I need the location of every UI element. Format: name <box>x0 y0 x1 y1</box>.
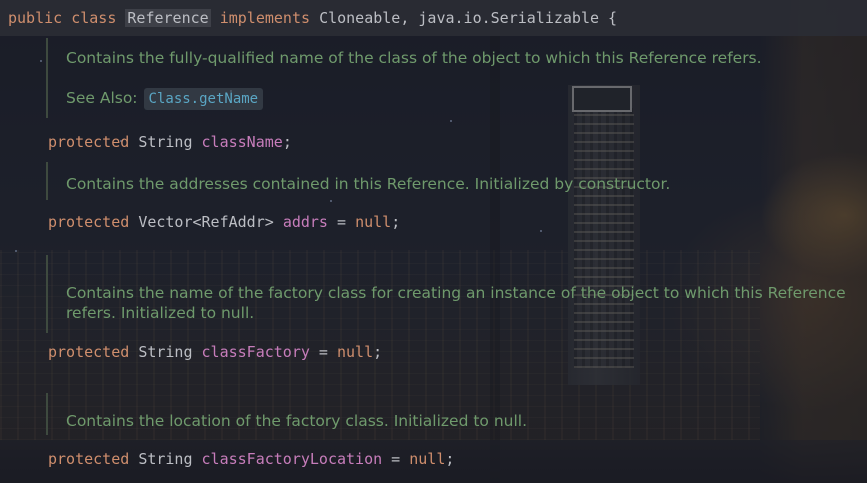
field-name: classFactoryLocation <box>201 450 383 468</box>
interfaces-list[interactable]: Cloneable, java.io.Serializable { <box>319 9 617 27</box>
keyword-public: public <box>8 9 63 27</box>
field-addrs[interactable]: protected Vector<RefAddr> addrs = null; <box>48 213 400 231</box>
null-keyword: null <box>355 213 392 231</box>
field-terminator: ; <box>282 133 292 151</box>
javadoc-text: Contains the location of the factory cla… <box>66 412 528 430</box>
code-editor[interactable]: public class Reference implements Clonea… <box>0 0 867 483</box>
field-type: String <box>138 450 193 468</box>
javadoc-text: Contains the addresses contained in this… <box>66 175 671 193</box>
null-keyword: null <box>337 343 374 361</box>
keyword-implements: implements <box>219 9 311 27</box>
javadoc-classfactory: Contains the name of the factory class f… <box>46 255 846 333</box>
javadoc-text: Contains the fully-qualified name of the… <box>66 49 762 67</box>
see-also-label: See Also: <box>66 89 138 107</box>
field-assign: = <box>382 450 410 468</box>
field-modifier: protected <box>48 450 130 468</box>
see-also-row: See Also: Class.getName <box>66 88 846 110</box>
field-modifier: protected <box>48 133 130 151</box>
javadoc-classfactorylocation: Contains the location of the factory cla… <box>46 393 846 435</box>
field-terminator: ; <box>391 213 401 231</box>
field-name: className <box>201 133 283 151</box>
javadoc-addrs: Contains the addresses contained in this… <box>46 162 846 200</box>
javadoc-text: Contains the name of the factory class f… <box>66 284 846 322</box>
field-type: String <box>138 343 193 361</box>
class-name[interactable]: Reference <box>125 9 211 27</box>
null-keyword: null <box>409 450 446 468</box>
field-terminator: ; <box>373 343 383 361</box>
see-also-link[interactable]: Class.getName <box>143 88 264 110</box>
field-name: classFactory <box>201 343 310 361</box>
field-assign: = <box>309 343 337 361</box>
field-terminator: ; <box>445 450 455 468</box>
javadoc-classname: Contains the fully-qualified name of the… <box>46 38 846 118</box>
field-modifier: protected <box>48 343 130 361</box>
field-classfactorylocation[interactable]: protected String classFactoryLocation = … <box>48 450 454 468</box>
keyword-class: class <box>71 9 117 27</box>
field-type: String <box>138 133 193 151</box>
class-declaration-line[interactable]: public class Reference implements Clonea… <box>0 0 867 36</box>
field-classfactory[interactable]: protected String classFactory = null; <box>48 343 382 361</box>
field-assign: = <box>327 213 356 231</box>
field-name: addrs <box>282 213 328 231</box>
field-type: Vector<RefAddr> <box>138 213 274 231</box>
field-modifier: protected <box>48 213 130 231</box>
field-classname[interactable]: protected String className; <box>48 133 292 151</box>
